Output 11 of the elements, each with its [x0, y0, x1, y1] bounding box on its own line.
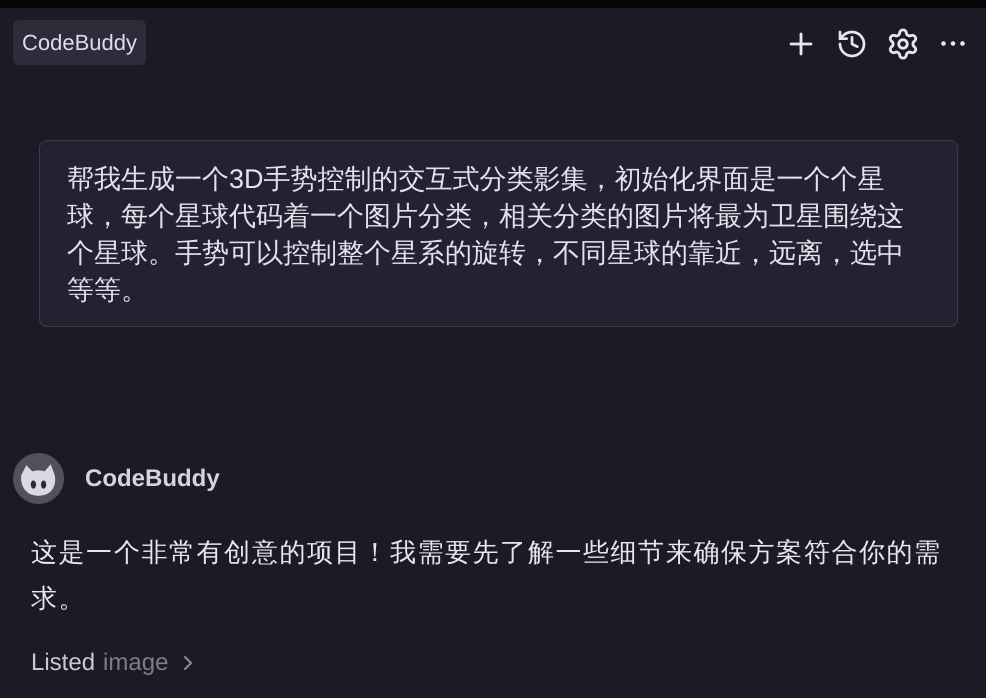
more-dots-icon — [941, 41, 965, 46]
assistant-name: CodeBuddy — [85, 464, 220, 494]
history-icon — [836, 28, 868, 60]
settings-button[interactable] — [886, 26, 920, 60]
settings-icon — [886, 26, 920, 60]
user-message-text: 帮我生成一个3D手势控制的交互式分类影集，初始化界面是一个个星球，每个星球代码着一个图片分类，相关分类的图片将最为卫星围绕这个星球。手势可以控制整个星系的旋转，不同星球的靠近，远离，选中等等。 — [67, 163, 905, 307]
assistant-message-text: 这是一个非常有创意的项目！我需要先了解一些细节来确保方案符合你的需求。 — [31, 536, 943, 615]
history-button[interactable] — [836, 28, 868, 60]
cat-avatar-icon — [13, 453, 64, 504]
tool-step-toggle[interactable]: Listed image — [31, 645, 200, 681]
app-title-tag: CodeBuddy — [13, 20, 146, 65]
